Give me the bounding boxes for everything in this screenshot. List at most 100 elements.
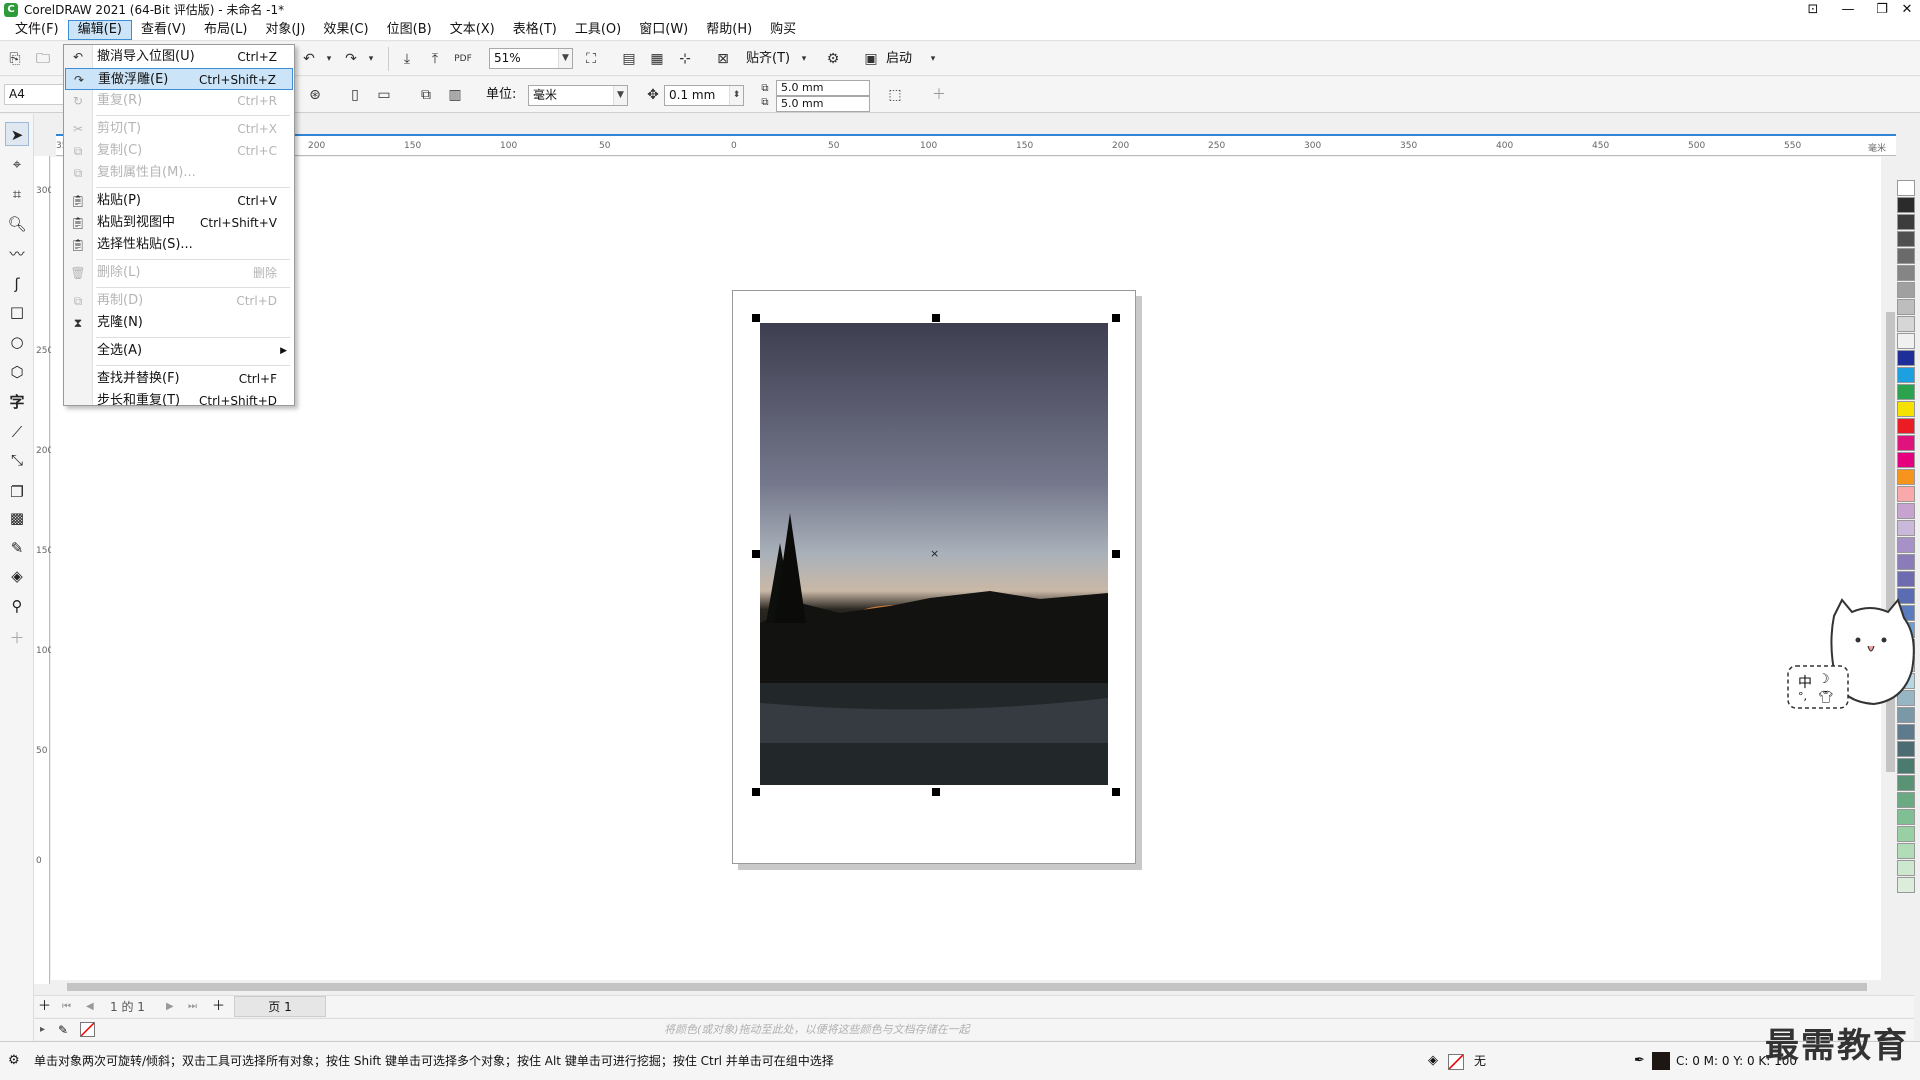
units-combo[interactable]: 毫米 ▼ [528, 85, 628, 106]
edit-menu-item[interactable]: 📋︎ 粘贴(P) Ctrl+V [65, 190, 293, 212]
menu-window[interactable]: 窗口(W) [630, 20, 697, 40]
snap-dropdown-icon[interactable]: ▾ [793, 48, 815, 70]
selection-handle[interactable] [752, 314, 760, 322]
fill-icon[interactable]: ◈ [1428, 1051, 1438, 1071]
next-page-icon[interactable]: ▶ [166, 997, 174, 1017]
add-icon[interactable]: ＋ [928, 84, 950, 106]
palette-swatch[interactable] [1897, 792, 1915, 808]
selection-handle[interactable] [932, 788, 940, 796]
edit-menu-item[interactable]: 查找并替换(F) Ctrl+F [65, 368, 293, 390]
selection-handle[interactable] [1112, 314, 1120, 322]
edit-menu-item[interactable]: 步长和重复(T) Ctrl+Shift+D [65, 390, 293, 412]
ime-mode-label[interactable]: 中 [1798, 672, 1812, 692]
edit-menu-item[interactable]: 📋︎ 粘贴到视图中 Ctrl+Shift+V [65, 212, 293, 234]
palette-swatch[interactable] [1897, 860, 1915, 876]
eyedropper-icon[interactable]: ✎ [5, 536, 29, 560]
menu-tools[interactable]: 工具(O) [566, 20, 630, 40]
show-rulers-icon[interactable]: ▤ [618, 48, 640, 70]
page-size-combo[interactable]: A4 [4, 84, 64, 105]
menu-buy[interactable]: 购买 [761, 20, 805, 40]
parallel-dimension-icon[interactable]: ⟋ [5, 420, 29, 444]
palette-swatch[interactable] [1897, 503, 1915, 519]
undo-icon[interactable]: ↶ [298, 48, 320, 70]
redo-icon[interactable]: ↷ [340, 48, 362, 70]
current-page-icon[interactable]: ▥ [444, 84, 466, 106]
menu-text[interactable]: 文本(X) [441, 20, 504, 40]
full-screen-icon[interactable]: ⛶ [580, 48, 602, 70]
rectangle-tool-icon[interactable]: □ [5, 300, 29, 324]
text-tool-icon[interactable]: 字 [5, 390, 29, 414]
add-page-icon[interactable]: ＋ [38, 997, 51, 1017]
nudge-distance-field[interactable]: 0.1 mm ⬍ [664, 85, 744, 106]
fill-color-swatch[interactable] [1448, 1054, 1464, 1070]
transparency-icon[interactable]: ▩ [5, 506, 29, 530]
palette-swatch[interactable] [1897, 452, 1915, 468]
palette-swatch[interactable] [1897, 758, 1915, 774]
first-page-icon[interactable]: ⏮ [62, 997, 71, 1017]
options-gear-icon[interactable]: ⚙ [822, 48, 844, 70]
selection-handle[interactable] [1112, 788, 1120, 796]
palette-swatch[interactable] [1897, 367, 1915, 383]
edit-menu-item[interactable]: 全选(A) ▶ [65, 340, 293, 362]
palette-swatch[interactable] [1897, 384, 1915, 400]
ellipse-tool-icon[interactable]: ○ [5, 330, 29, 354]
menu-view[interactable]: 查看(V) [132, 20, 195, 40]
prev-page-icon[interactable]: ◀ [86, 997, 94, 1017]
palette-swatch[interactable] [1897, 197, 1915, 213]
edit-menu-item[interactable]: ↶ 撤消导入位图(U) Ctrl+Z [65, 46, 293, 68]
palette-swatch[interactable] [1897, 299, 1915, 315]
menu-file[interactable]: 文件(F) [6, 20, 68, 40]
palette-swatch[interactable] [1897, 435, 1915, 451]
palette-swatch[interactable] [1897, 486, 1915, 502]
selection-handle[interactable] [752, 550, 760, 558]
menu-layout[interactable]: 布局(L) [195, 20, 256, 40]
duplicate-x-field[interactable]: 5.0 mm [776, 80, 870, 96]
palette-swatch[interactable] [1897, 469, 1915, 485]
account-icon[interactable]: ⊡ [1796, 0, 1830, 19]
crop-tool-icon[interactable]: ⌗ [5, 182, 29, 206]
edit-menu-item[interactable]: ↷ 重做浮雕(E) Ctrl+Shift+Z [65, 68, 293, 90]
palette-swatch[interactable] [1897, 843, 1915, 859]
publish-pdf-icon[interactable]: PDF [452, 48, 474, 70]
expand-arrow-icon[interactable]: ▸ [40, 1020, 45, 1040]
shape-tool-icon[interactable]: ⌖ [5, 152, 29, 176]
new-document-icon[interactable]: ⎘ [4, 48, 26, 70]
palette-swatch[interactable] [1897, 571, 1915, 587]
launch-menu[interactable]: 启动 [886, 49, 912, 69]
vertical-ruler[interactable]: 300 250 200 150 100 50 0 [34, 156, 53, 984]
show-guidelines-icon[interactable]: ⊹ [674, 48, 696, 70]
no-color-swatch[interactable] [80, 1022, 95, 1037]
add-page-after-icon[interactable]: ＋ [212, 997, 225, 1017]
palette-swatch[interactable] [1897, 401, 1915, 417]
selection-handle[interactable] [1112, 550, 1120, 558]
menu-effects[interactable]: 效果(C) [314, 20, 377, 40]
spinner-icon[interactable]: ⬍ [729, 86, 743, 105]
undo-dropdown-icon[interactable]: ▾ [318, 48, 340, 70]
outline-color-swatch[interactable] [1652, 1052, 1670, 1070]
show-grid-icon[interactable]: ▦ [646, 48, 668, 70]
palette-swatch[interactable] [1897, 537, 1915, 553]
palette-swatch[interactable] [1897, 248, 1915, 264]
page-tab[interactable]: 页 1 [234, 996, 326, 1017]
palette-swatch[interactable] [1897, 775, 1915, 791]
connector-tool-icon[interactable]: ⤡ [5, 448, 29, 472]
zoom-level-combo[interactable]: 51% ▼ [489, 48, 573, 69]
ime-mascot-widget[interactable]: 中 ☽ °, 👕︎ [1784, 596, 1920, 716]
horizontal-scrollbar[interactable] [51, 980, 1891, 994]
outline-pen-icon[interactable]: ✒ [1634, 1051, 1645, 1071]
chevron-down-icon[interactable]: ▼ [613, 86, 627, 105]
menu-help[interactable]: 帮助(H) [697, 20, 761, 40]
launch-dropdown-icon[interactable]: ▾ [922, 48, 944, 70]
menu-edit[interactable]: 编辑(E) [67, 19, 132, 40]
horizontal-ruler[interactable]: 350 200 150 100 50 0 50 100 150 200 250 … [56, 134, 1896, 156]
all-pages-icon[interactable]: ⧉ [415, 84, 437, 106]
portrait-icon[interactable]: ▯ [344, 84, 366, 106]
vertical-scrollbar[interactable] [1883, 156, 1898, 984]
duplicate-y-field[interactable]: 5.0 mm [776, 96, 870, 112]
palette-swatch[interactable] [1897, 333, 1915, 349]
menu-bitmaps[interactable]: 位图(B) [378, 20, 441, 40]
palette-swatch[interactable] [1897, 809, 1915, 825]
menu-table[interactable]: 表格(T) [504, 20, 566, 40]
eyedropper-icon[interactable]: ✎ [58, 1020, 68, 1040]
polygon-tool-icon[interactable]: ⬡ [5, 360, 29, 384]
